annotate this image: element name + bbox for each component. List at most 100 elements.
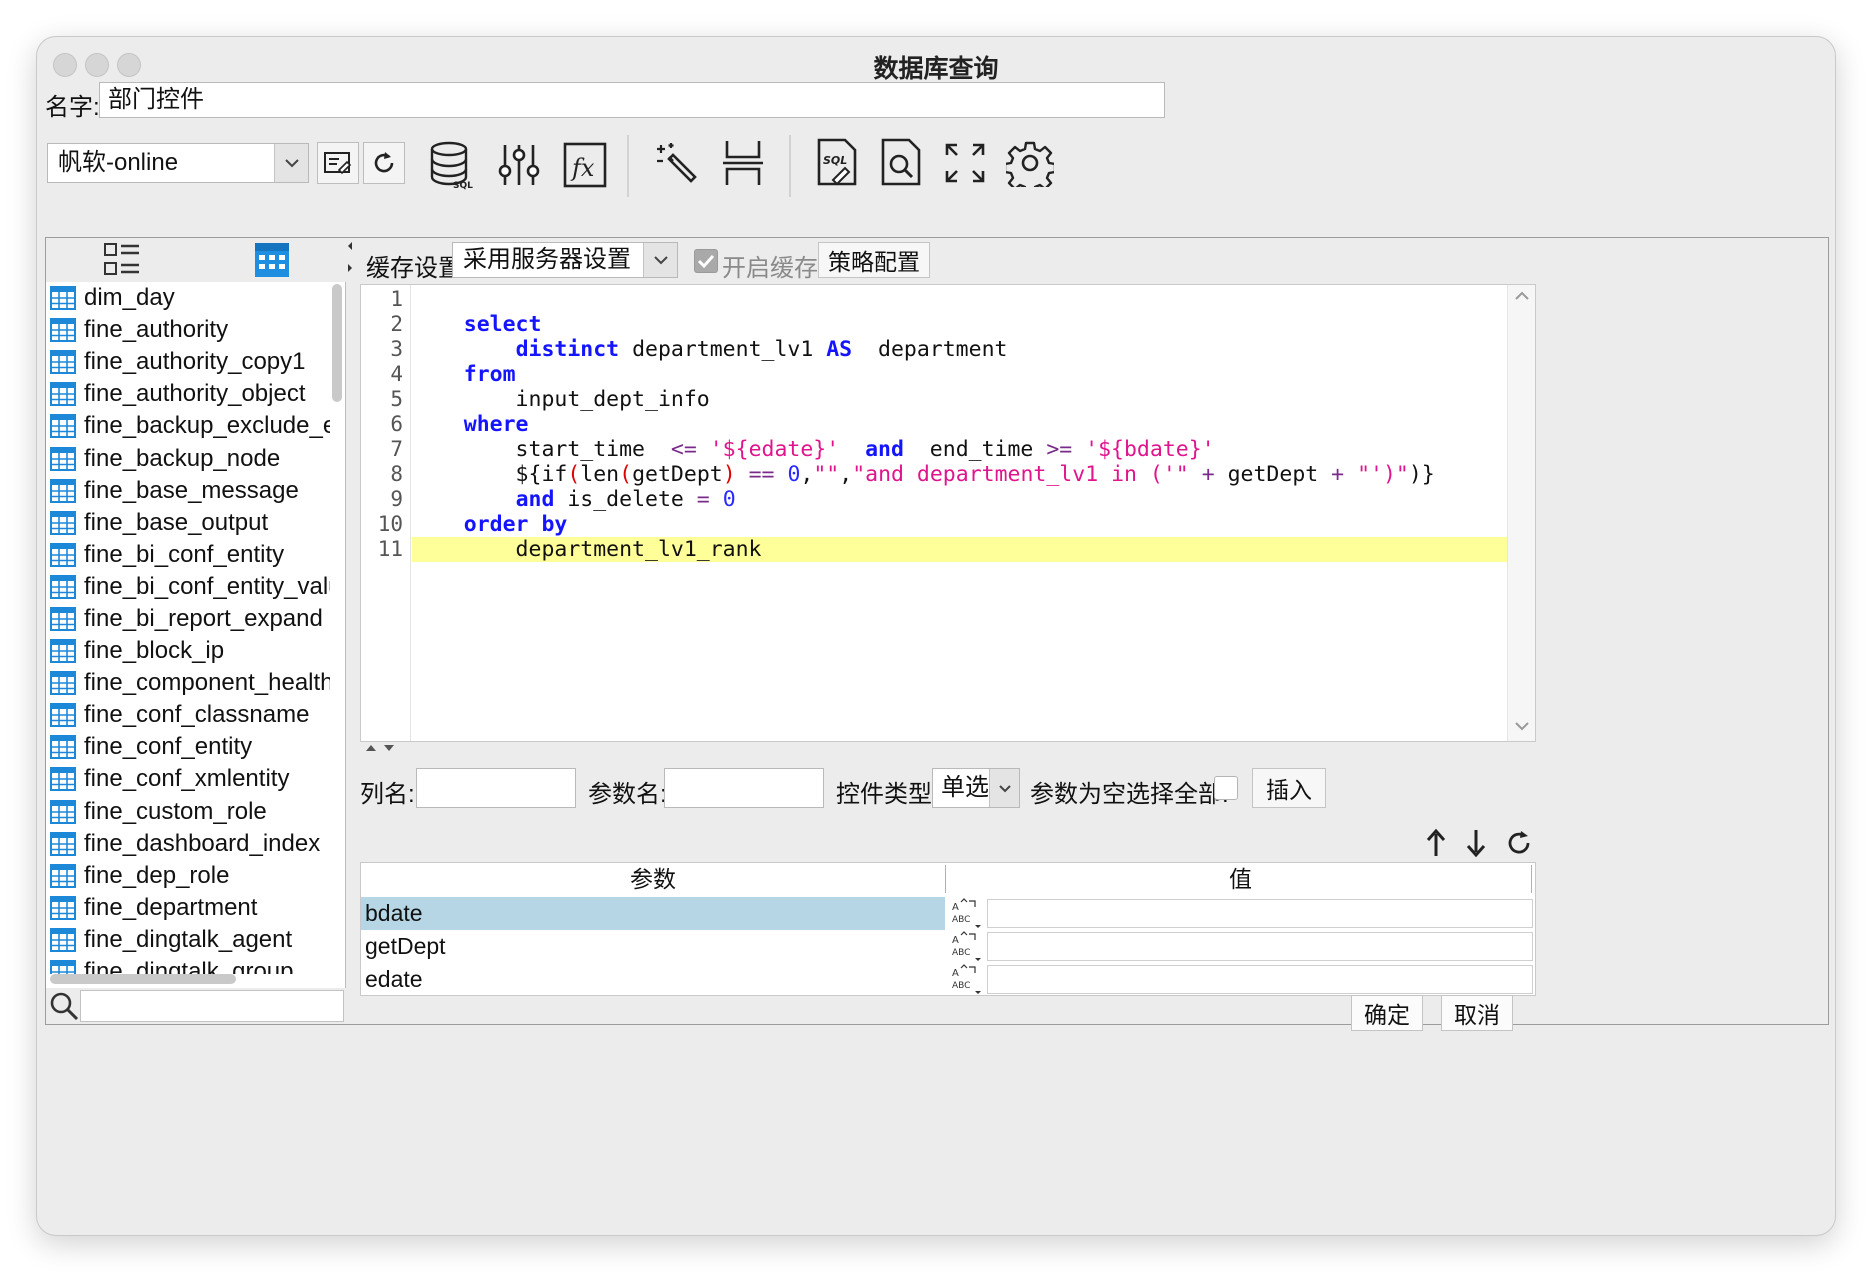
table-list-item[interactable]: fine_block_ip bbox=[46, 635, 330, 667]
table-list-item-label: fine_dep_role bbox=[84, 861, 230, 889]
string-type-icon[interactable]: A ABC bbox=[949, 963, 985, 996]
table-list-item[interactable]: fine_component_health bbox=[46, 667, 330, 699]
parameter-name-cell[interactable]: bdate bbox=[361, 897, 945, 930]
table-list-item[interactable]: fine_dashboard_index bbox=[46, 828, 330, 860]
sql-database-button[interactable]: SQL bbox=[427, 137, 479, 193]
strategy-config-button[interactable]: 策略配置 bbox=[818, 242, 930, 278]
svg-text:SQL: SQL bbox=[823, 154, 847, 167]
table-icon bbox=[50, 927, 76, 952]
table-list-item[interactable]: fine_base_output bbox=[46, 507, 330, 539]
fx-formula-icon: fx bbox=[563, 142, 607, 188]
table-icon bbox=[50, 671, 76, 696]
control-type-value: 单选 bbox=[941, 774, 989, 801]
move-down-icon[interactable] bbox=[1464, 828, 1488, 858]
parameter-value-input[interactable] bbox=[987, 899, 1533, 928]
table-list-item[interactable]: fine_dingtalk_agent bbox=[46, 924, 330, 956]
svg-text:SQL: SQL bbox=[453, 181, 473, 190]
toolbar-separator bbox=[789, 135, 791, 197]
auto-format-button[interactable] bbox=[651, 137, 703, 189]
select-all-when-empty-checkbox[interactable] bbox=[1214, 776, 1238, 800]
move-up-icon[interactable] bbox=[1424, 828, 1448, 858]
svg-text:A: A bbox=[952, 935, 959, 946]
table-list-item[interactable]: fine_dingtalk_group bbox=[46, 956, 330, 974]
table-list-item[interactable]: dim_day bbox=[46, 282, 330, 314]
table-list-item[interactable]: fine_authority bbox=[46, 314, 330, 346]
string-type-icon[interactable]: A ABC bbox=[949, 930, 985, 963]
table-list-item[interactable]: fine_department bbox=[46, 892, 330, 924]
sliders-icon bbox=[498, 145, 540, 185]
splitter-arrows-icon[interactable] bbox=[364, 743, 396, 753]
table-list-item-label: fine_base_output bbox=[84, 508, 269, 536]
table-list-vertical-scrollbar[interactable] bbox=[332, 284, 342, 402]
enable-cache-checkbox[interactable] bbox=[694, 249, 718, 273]
scroll-down-icon[interactable] bbox=[1514, 721, 1530, 731]
parameter-row[interactable]: getDept A ABC bbox=[361, 930, 1535, 963]
magic-wand-icon bbox=[657, 143, 697, 183]
settings-button[interactable] bbox=[1005, 137, 1055, 189]
table-list-item[interactable]: fine_conf_classname bbox=[46, 699, 330, 731]
table-list-item[interactable]: fine_authority_copy1 bbox=[46, 346, 330, 378]
refresh-params-icon[interactable] bbox=[1504, 828, 1534, 858]
parameter-value-input[interactable] bbox=[987, 965, 1533, 994]
sql-file-button[interactable]: SQL bbox=[813, 137, 861, 189]
sql-editor[interactable]: 1 2 3 4 5 6 7 8 9 10 11 select distinct department… bbox=[360, 284, 1536, 742]
line-number: 5 bbox=[390, 387, 403, 411]
datasource-select[interactable]: 帆软-online bbox=[47, 143, 309, 183]
param-name-input[interactable] bbox=[664, 768, 824, 808]
code-line-8: ${if(len(getDept) == 0,"","and departmen… bbox=[412, 462, 1435, 487]
editor-vertical-scrollbar[interactable] bbox=[1507, 285, 1535, 741]
table-list-item[interactable]: fine_conf_entity bbox=[46, 731, 330, 763]
code-line-2: select bbox=[463, 312, 542, 337]
table-list-item[interactable]: fine_dep_role bbox=[46, 860, 330, 892]
table-icon bbox=[50, 414, 76, 439]
table-list-item[interactable]: fine_bi_conf_entity bbox=[46, 539, 330, 571]
list-view-button[interactable] bbox=[102, 240, 142, 280]
ok-button[interactable]: 确定 bbox=[1351, 995, 1423, 1031]
table-list-item[interactable]: fine_base_message bbox=[46, 475, 330, 507]
table-list-item[interactable]: fine_bi_conf_entity_value bbox=[46, 571, 330, 603]
table-list-item-label: fine_base_message bbox=[84, 476, 299, 504]
table-list: dim_day fine_authority fine_authority_copy… bbox=[46, 282, 330, 974]
table-list-item-label: dim_day bbox=[84, 284, 175, 312]
table-list-item[interactable]: fine_custom_role bbox=[46, 796, 330, 828]
page-break-button[interactable] bbox=[719, 137, 767, 189]
table-icon bbox=[50, 767, 76, 792]
table-list-item[interactable]: fine_bi_report_expand bbox=[46, 603, 330, 635]
table-list-item[interactable]: fine_conf_xmlentity bbox=[46, 763, 330, 795]
scroll-up-icon[interactable] bbox=[1514, 291, 1530, 301]
svg-text:fx: fx bbox=[570, 154, 595, 182]
parameter-value-input[interactable] bbox=[987, 932, 1533, 961]
code-line-4: from bbox=[463, 362, 516, 387]
line-number: 10 bbox=[377, 512, 403, 536]
parameter-row[interactable]: bdate A ABC bbox=[361, 897, 1535, 930]
table-view-button[interactable] bbox=[252, 240, 292, 280]
preview-button[interactable] bbox=[877, 137, 925, 189]
table-list-horizontal-scrollbar[interactable] bbox=[50, 974, 236, 984]
table-list-item-label: fine_dingtalk_agent bbox=[84, 925, 293, 953]
table-list-item-label: fine_component_health bbox=[84, 669, 330, 697]
parameter-adjust-button[interactable] bbox=[495, 137, 543, 193]
table-list-item-label: fine_backup_node bbox=[84, 444, 281, 472]
refresh-datasource-button[interactable] bbox=[363, 142, 405, 184]
svg-text:ABC: ABC bbox=[952, 915, 970, 925]
cancel-button[interactable]: 取消 bbox=[1441, 995, 1513, 1031]
table-list-item[interactable]: fine_backup_exclude_enti bbox=[46, 410, 330, 442]
table-list-item[interactable]: fine_backup_node bbox=[46, 442, 330, 474]
cache-mode-select[interactable]: 采用服务器设置 bbox=[452, 242, 678, 278]
fullscreen-button[interactable] bbox=[941, 139, 989, 187]
parameter-name-cell[interactable]: edate bbox=[361, 963, 945, 996]
column-name-input[interactable] bbox=[416, 768, 576, 808]
name-input[interactable]: 部门控件 bbox=[99, 82, 1165, 118]
edit-datasource-button[interactable] bbox=[317, 142, 359, 184]
parameter-name-cell[interactable]: getDept bbox=[361, 930, 945, 963]
insert-button[interactable]: 插入 bbox=[1252, 768, 1326, 808]
control-type-select[interactable]: 单选 bbox=[932, 768, 1020, 808]
table-list-item[interactable]: fine_authority_object bbox=[46, 378, 330, 410]
formula-button[interactable]: fx bbox=[561, 139, 609, 191]
parameter-row[interactable]: edate A ABC bbox=[361, 963, 1535, 996]
string-type-icon[interactable]: A ABC bbox=[949, 897, 985, 930]
table-search-input[interactable] bbox=[80, 990, 344, 1022]
table-icon bbox=[50, 735, 76, 760]
line-number: 3 bbox=[390, 337, 403, 361]
